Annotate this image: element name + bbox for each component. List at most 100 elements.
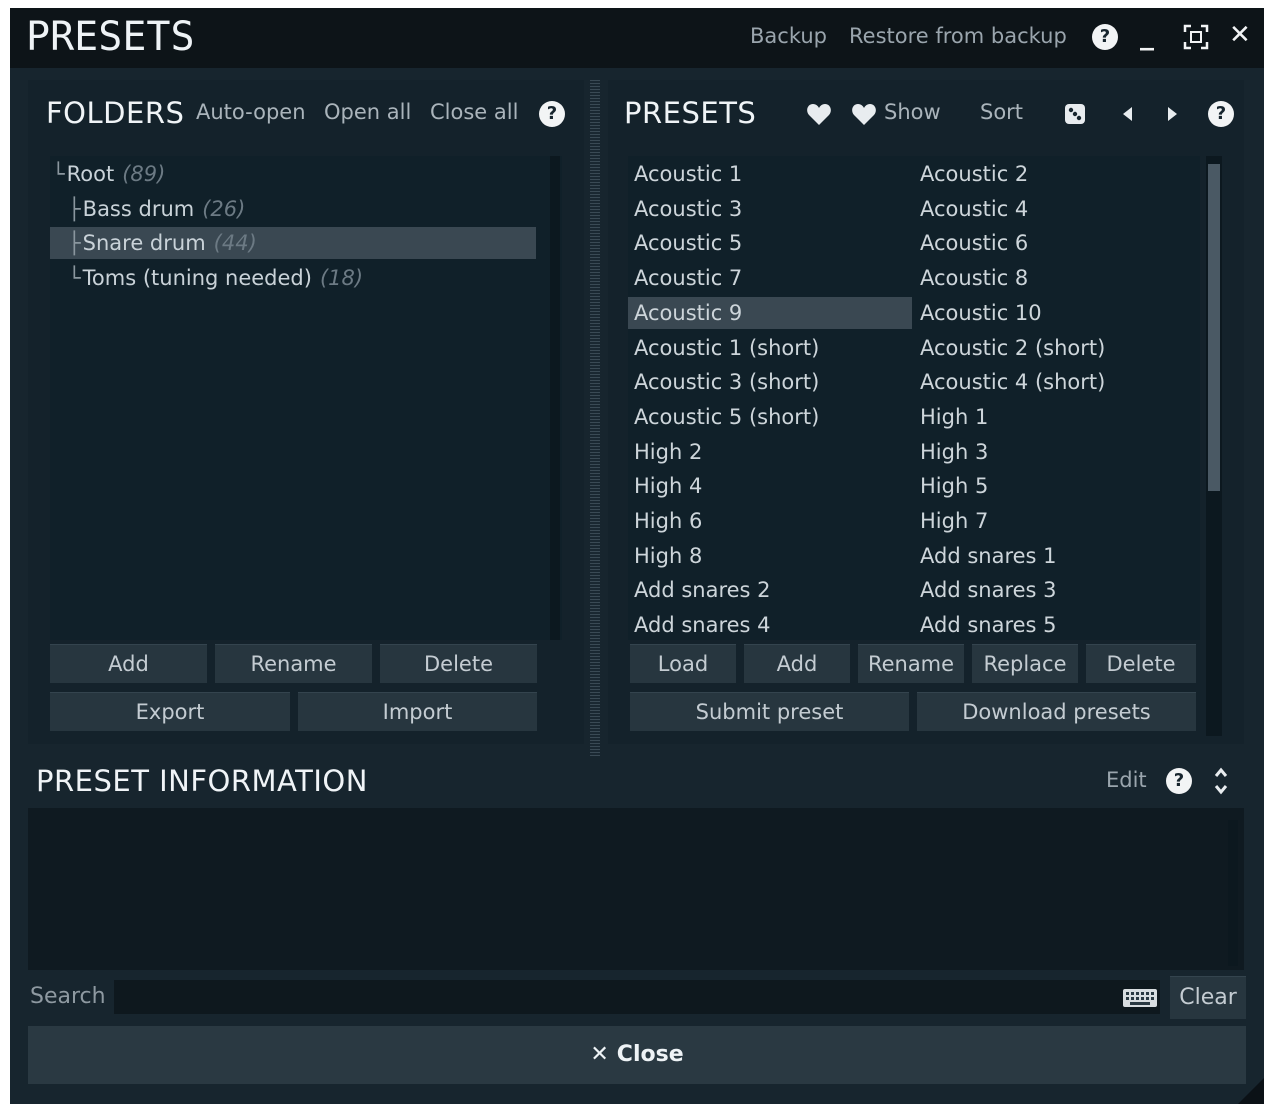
close-button-label: Close [616, 1042, 684, 1067]
show-favorites-button[interactable]: Show [884, 100, 941, 124]
tree-connector: ├ [68, 196, 81, 221]
preset-item[interactable]: High 5 [914, 470, 1198, 502]
auto-open-button[interactable]: Auto-open [196, 100, 306, 124]
preset-item[interactable]: Add snares 1 [914, 540, 1198, 572]
folder-tree-item[interactable]: ├Bass drum (26) [50, 193, 550, 225]
title-bar: PRESETS Backup Restore from backup ? _ ✕ [10, 8, 1264, 68]
preset-rename-button[interactable]: Rename [858, 644, 964, 683]
minimize-icon[interactable]: _ [1140, 18, 1154, 51]
edit-info-button[interactable]: Edit [1106, 768, 1147, 792]
folder-tree-item[interactable]: └Root (89) [50, 158, 550, 190]
random-dice-icon[interactable] [1064, 103, 1086, 129]
preset-item[interactable]: Acoustic 1 [628, 158, 912, 190]
folder-count: (18) [319, 265, 364, 290]
close-all-button[interactable]: Close all [430, 100, 518, 124]
tree-connector: └ [68, 265, 81, 290]
preset-item[interactable]: Acoustic 7 [628, 262, 912, 294]
preset-item[interactable]: High 8 [628, 540, 912, 572]
folder-import-button[interactable]: Import [298, 692, 537, 731]
folder-tree: └Root (89) ├Bass drum (26) ├Snare drum (44) └T… [50, 156, 562, 640]
folder-count: (26) [202, 196, 246, 221]
preset-item[interactable]: Acoustic 5 [628, 227, 912, 259]
download-presets-button[interactable]: Download presets [917, 692, 1196, 731]
close-icon: ✕ [590, 1042, 609, 1067]
preset-item[interactable]: Acoustic 9 [628, 296, 912, 329]
expand-collapse-icon[interactable] [1213, 766, 1229, 800]
preset-item[interactable]: Acoustic 3 (short) [628, 366, 912, 398]
preset-load-button[interactable]: Load [630, 644, 736, 683]
preset-item[interactable]: High 6 [628, 505, 912, 537]
show-favorites-heart-icon[interactable] [851, 103, 877, 131]
help-icon[interactable]: ? [1092, 24, 1118, 50]
preset-item[interactable]: High 2 [628, 436, 912, 468]
preset-add-button[interactable]: Add [744, 644, 850, 683]
folder-label: Toms (tuning needed) [82, 265, 312, 290]
folder-count: (44) [213, 231, 257, 255]
favorite-heart-icon[interactable] [806, 103, 832, 131]
maximize-icon[interactable] [1183, 24, 1209, 54]
resize-grip-icon[interactable] [1238, 1078, 1264, 1104]
close-window-icon[interactable]: ✕ [1229, 20, 1251, 50]
preset-item[interactable]: Acoustic 5 (short) [628, 401, 912, 433]
folder-add-button[interactable]: Add [50, 644, 207, 683]
preset-item[interactable]: High 1 [914, 401, 1198, 433]
panel-splitter[interactable] [590, 80, 600, 756]
preset-item[interactable]: High 4 [628, 470, 912, 502]
sort-button[interactable]: Sort [980, 100, 1023, 124]
preset-item[interactable]: High 3 [914, 436, 1198, 468]
preset-information-title: PRESET INFORMATION [36, 764, 368, 798]
preset-information-box [28, 808, 1244, 970]
presets-title: PRESETS [624, 96, 757, 130]
folder-tree-item[interactable]: └Toms (tuning needed) (18) [50, 262, 550, 294]
previous-preset-icon[interactable] [1120, 105, 1134, 127]
window-title: PRESETS [26, 14, 195, 60]
folder-label: Root [66, 162, 115, 186]
folder-tree-item[interactable]: ├Snare drum (44) [50, 227, 536, 259]
tree-connector: └ [52, 162, 65, 186]
preset-item[interactable]: Acoustic 6 [914, 227, 1198, 259]
preset-item[interactable]: Acoustic 4 (short) [914, 366, 1198, 398]
folders-title: FOLDERS [46, 96, 185, 130]
search-input[interactable] [114, 980, 1160, 1014]
folder-export-button[interactable]: Export [50, 692, 290, 731]
submit-preset-button[interactable]: Submit preset [630, 692, 909, 731]
open-all-button[interactable]: Open all [324, 100, 411, 124]
preset-item[interactable]: Acoustic 1 (short) [628, 332, 912, 364]
preset-item[interactable]: High 7 [914, 505, 1198, 537]
folder-label: Bass drum [82, 196, 195, 221]
preset-item[interactable]: Acoustic 3 [628, 193, 912, 225]
presets-window: PRESETS Backup Restore from backup ? _ ✕… [10, 8, 1264, 1104]
folders-panel: FOLDERS Auto-open Open all Close all ? └… [28, 80, 584, 744]
folder-count: (89) [122, 162, 166, 186]
presets-help-icon[interactable]: ? [1208, 101, 1234, 127]
folders-help-icon[interactable]: ? [539, 101, 565, 127]
folder-rename-button[interactable]: Rename [215, 644, 372, 683]
info-scrollbar[interactable] [1228, 820, 1238, 966]
backup-button[interactable]: Backup [750, 24, 827, 48]
keyboard-icon[interactable] [1122, 988, 1158, 1012]
preset-item[interactable]: Acoustic 4 [914, 193, 1198, 225]
presets-panel: PRESETS Show Sort ? Acoustic 1 Acoustic 2… [608, 80, 1244, 744]
preset-item[interactable]: Add snares 5 [914, 609, 1198, 641]
clear-search-button[interactable]: Clear [1170, 976, 1246, 1019]
close-button[interactable]: ✕ Close [28, 1026, 1246, 1084]
preset-item[interactable]: Acoustic 8 [914, 262, 1198, 294]
preset-replace-button[interactable]: Replace [972, 644, 1078, 683]
preset-item[interactable]: Add snares 2 [628, 574, 912, 606]
preset-item[interactable]: Acoustic 2 (short) [914, 332, 1198, 364]
preset-delete-button[interactable]: Delete [1086, 644, 1196, 683]
presets-scrollbar[interactable] [1206, 156, 1222, 736]
preset-item[interactable]: Acoustic 2 [914, 158, 1198, 190]
next-preset-icon[interactable] [1166, 105, 1180, 127]
info-help-icon[interactable]: ? [1166, 768, 1192, 794]
presets-scrollbar-thumb[interactable] [1208, 164, 1220, 491]
folder-delete-button[interactable]: Delete [380, 644, 537, 683]
preset-item[interactable]: Add snares 4 [628, 609, 912, 641]
preset-item[interactable]: Add snares 3 [914, 574, 1198, 606]
search-label: Search [30, 984, 106, 1009]
preset-list: Acoustic 1 Acoustic 2 Acoustic 3 Acoustic 4… [628, 156, 1200, 640]
folder-label: Snare drum [82, 231, 206, 255]
folders-scrollbar[interactable] [550, 156, 560, 640]
restore-backup-button[interactable]: Restore from backup [849, 24, 1067, 48]
preset-item[interactable]: Acoustic 10 [914, 297, 1198, 329]
